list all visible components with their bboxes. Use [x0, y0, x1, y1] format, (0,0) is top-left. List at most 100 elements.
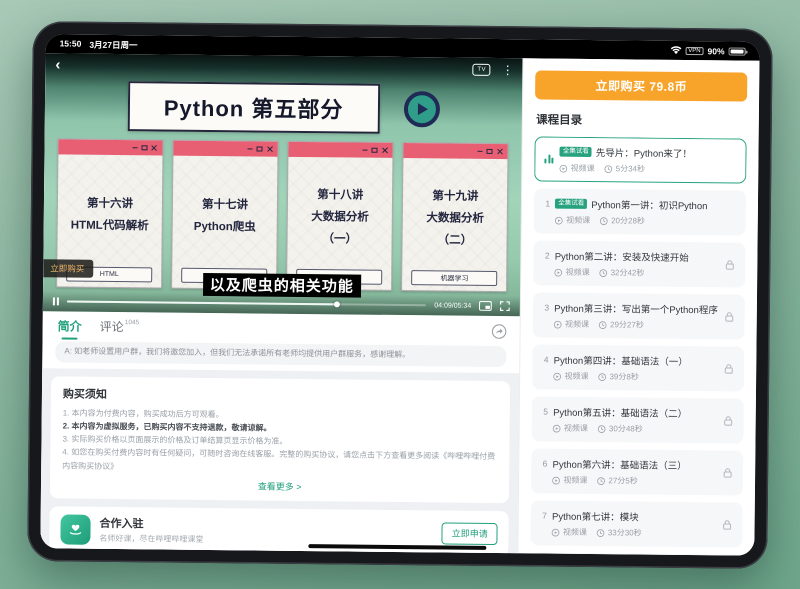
- card-line: 第十八讲: [317, 186, 363, 202]
- buy-now-button[interactable]: 立即购买 79.8币: [535, 70, 747, 101]
- clock-icon: [599, 321, 607, 329]
- tab-comments-label: 评论: [100, 318, 124, 335]
- lower-section: 购买须知 1. 本内容为付费内容，购买成功后方可观看。 2. 本内容为虚拟服务，…: [40, 368, 519, 553]
- video-type-icon: [552, 476, 560, 484]
- close-icon: [497, 149, 503, 155]
- window-titlebar: [404, 143, 508, 159]
- lock-icon: [723, 415, 734, 426]
- lesson-type: 视频课: [563, 527, 587, 538]
- progress-knob[interactable]: [333, 301, 339, 307]
- list-item[interactable]: 7 Python第七讲：模块 视频课 33分30秒: [531, 500, 743, 547]
- list-item[interactable]: 4 Python第四讲：基础语法（一） 视频课 39分8秒: [532, 344, 744, 391]
- progress-bar[interactable]: [67, 301, 426, 307]
- lesson-duration: 32分42秒: [611, 267, 645, 278]
- video-type-icon: [554, 320, 562, 328]
- lock-icon: [724, 311, 735, 322]
- share-icon[interactable]: [492, 324, 507, 339]
- apply-now-button[interactable]: 立即申请: [442, 522, 498, 545]
- lesson-title: Python第一讲：初识Python: [591, 197, 707, 212]
- lesson-index: 4: [543, 354, 550, 364]
- course-list: 全集试看 先导片：Python来了！ 视频课 5分34秒: [531, 136, 747, 555]
- status-date: 3月27日周一: [89, 38, 137, 51]
- restore-icon: [257, 146, 263, 151]
- lock-icon: [722, 519, 733, 530]
- lesson-title: Python第三讲：写出第一个Python程序: [554, 301, 718, 317]
- list-item[interactable]: 2 Python第二讲：安装及快速开始 视频课 32分42秒: [533, 240, 745, 287]
- lesson-type: 视频课: [564, 423, 588, 434]
- video-type-icon: [555, 216, 563, 224]
- list-item[interactable]: 全集试看 先导片：Python来了！ 视频课 5分34秒: [535, 136, 747, 183]
- video-slide-title: Python 第五部分: [128, 81, 380, 134]
- card-line: （二）: [438, 231, 473, 247]
- minimize-icon: [363, 149, 368, 151]
- vpn-badge: VPN: [685, 46, 703, 54]
- pause-icon[interactable]: [53, 297, 59, 305]
- lesson-duration: 5分34秒: [616, 163, 645, 174]
- video-type-icon: [553, 372, 561, 380]
- list-item[interactable]: 1 全集试看 Python第一讲：初识Python 视频课 20分28秒: [534, 188, 746, 235]
- catalog-title: 课程目录: [536, 111, 746, 129]
- lesson-title: Python第五讲：基础语法（二）: [553, 405, 687, 420]
- comments-count: 1045: [125, 319, 140, 326]
- lesson-type: 视频课: [566, 267, 590, 278]
- card-line: （一）: [322, 230, 357, 246]
- close-icon: [152, 145, 158, 151]
- close-icon: [382, 147, 388, 153]
- lesson-duration: 27分5秒: [608, 475, 637, 486]
- restore-icon: [142, 145, 148, 150]
- buy-now-overlay-button[interactable]: 立即购买: [43, 259, 93, 278]
- minimize-icon: [133, 147, 138, 149]
- lock-icon: [722, 467, 733, 478]
- cooperation-subtitle: 名师好课，尽在哔哩哔哩课堂: [99, 533, 203, 545]
- video-time: 04:09/05:34: [434, 302, 471, 309]
- list-item[interactable]: 8 Python第八讲：Python绘图 视频课 31分55秒: [531, 552, 743, 555]
- ipad-device-frame: 15:50 3月27日周一 VPN 90% ‹ T: [27, 21, 773, 569]
- slide-card: 第十九讲 大数据分析 （二） 机器学习: [401, 142, 509, 292]
- lesson-title: Python第六讲：基础语法（三）: [553, 457, 687, 472]
- lesson-title: Python第四讲：基础语法（一）: [554, 353, 688, 368]
- tab-intro[interactable]: 简介: [56, 313, 84, 340]
- lesson-title: 先导片：Python来了！: [596, 145, 692, 160]
- video-type-icon: [560, 164, 568, 172]
- card-line: 第十六讲: [87, 195, 133, 211]
- slide-card: 第十七讲 Python爬虫: [171, 140, 279, 290]
- more-vertical-icon[interactable]: ⋮: [502, 64, 514, 76]
- cooperation-title: 合作入驻: [100, 515, 204, 532]
- back-icon[interactable]: ‹: [55, 57, 60, 72]
- list-item[interactable]: 5 Python第五讲：基础语法（二） 视频课 30分48秒: [532, 396, 744, 443]
- progress-played: [67, 301, 337, 306]
- list-item[interactable]: 3 Python第三讲：写出第一个Python程序 视频课 29分27秒: [533, 292, 745, 339]
- clock-icon: [600, 269, 608, 277]
- tab-comments[interactable]: 评论 1045: [100, 314, 140, 341]
- battery-icon: [729, 47, 746, 55]
- pip-icon[interactable]: [479, 301, 492, 311]
- slide-cards: 第十六讲 HTML代码解析 HTML: [56, 138, 509, 292]
- lesson-type: 视频课: [571, 163, 595, 174]
- status-time: 15:50: [60, 38, 82, 50]
- lesson-duration: 20分28秒: [611, 215, 645, 226]
- video-player[interactable]: ‹ TV ⋮ Python 第五部分: [43, 53, 523, 316]
- content-column: ‹ TV ⋮ Python 第五部分: [40, 53, 523, 553]
- minimize-icon: [248, 148, 253, 150]
- tab-bar: 简介 评论 1045: [43, 311, 521, 345]
- lesson-duration: 39分8秒: [609, 371, 638, 382]
- minimize-icon: [478, 151, 483, 153]
- lesson-type: 视频课: [566, 215, 590, 226]
- card-line: 第十七讲: [202, 196, 248, 212]
- lesson-index: 6: [542, 458, 549, 468]
- lesson-index: 2: [544, 251, 551, 261]
- purchase-note: 4. 如您在购买付费内容时有任何疑问，可随时咨询在线客服。完整的购买协议，请您点…: [62, 446, 498, 477]
- clock-icon: [597, 477, 605, 485]
- course-panel: 立即购买 79.8币 课程目录 全集试看 先导片：Python来了！: [518, 58, 760, 555]
- see-more-link[interactable]: 查看更多 >: [62, 477, 497, 495]
- list-item[interactable]: 6 Python第六讲：基础语法（三） 视频课 27分5秒: [531, 448, 743, 495]
- clock-icon: [600, 217, 608, 225]
- tv-cast-icon[interactable]: TV: [473, 63, 491, 75]
- wifi-icon: [670, 46, 681, 55]
- fullscreen-icon[interactable]: [500, 301, 510, 311]
- card-line: HTML代码解析: [71, 217, 149, 234]
- close-icon: [267, 146, 273, 152]
- lesson-type: 视频课: [564, 371, 588, 382]
- video-type-icon: [553, 424, 561, 432]
- play-button[interactable]: [403, 91, 439, 127]
